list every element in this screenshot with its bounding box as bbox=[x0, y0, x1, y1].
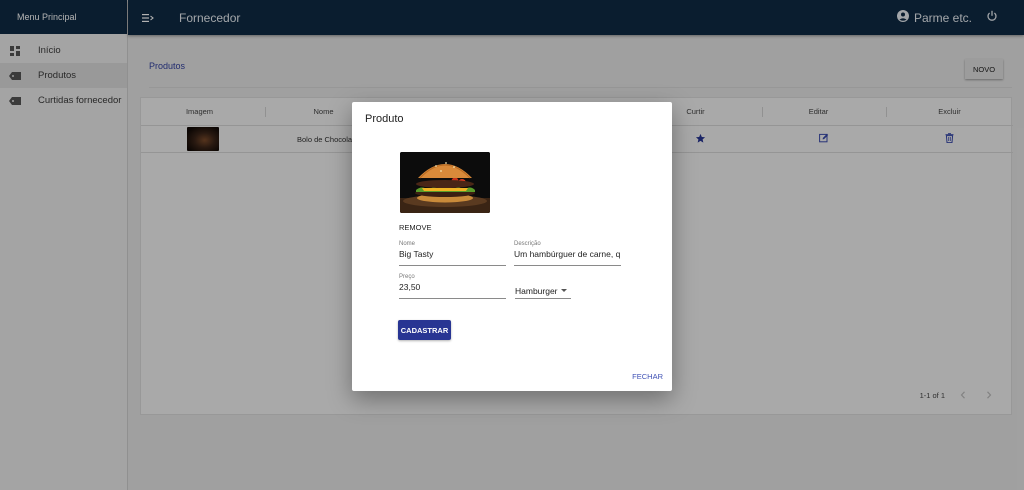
dialog-title: Produto bbox=[365, 113, 404, 125]
descricao-field[interactable]: Descrição Um hambúrguer de carne, q bbox=[514, 241, 621, 266]
caret-down-icon bbox=[561, 289, 567, 292]
preco-input[interactable]: 23,50 bbox=[399, 280, 506, 299]
close-dialog-button[interactable]: FECHAR bbox=[632, 372, 663, 381]
descricao-input[interactable]: Um hambúrguer de carne, q bbox=[514, 247, 621, 266]
nome-input[interactable]: Big Tasty bbox=[399, 247, 506, 266]
categoria-select[interactable]: Hamburger bbox=[515, 283, 571, 299]
product-image bbox=[400, 152, 490, 213]
cadastrar-button[interactable]: CADASTRAR bbox=[398, 320, 451, 340]
nome-field[interactable]: Nome Big Tasty bbox=[399, 241, 506, 266]
remove-image-button[interactable]: REMOVE bbox=[399, 223, 432, 232]
product-dialog: Produto REMOVE Nome Big Tasty Descrição … bbox=[352, 102, 672, 391]
categoria-value: Hamburger bbox=[515, 285, 558, 296]
preco-field[interactable]: Preço 23,50 bbox=[399, 274, 506, 299]
